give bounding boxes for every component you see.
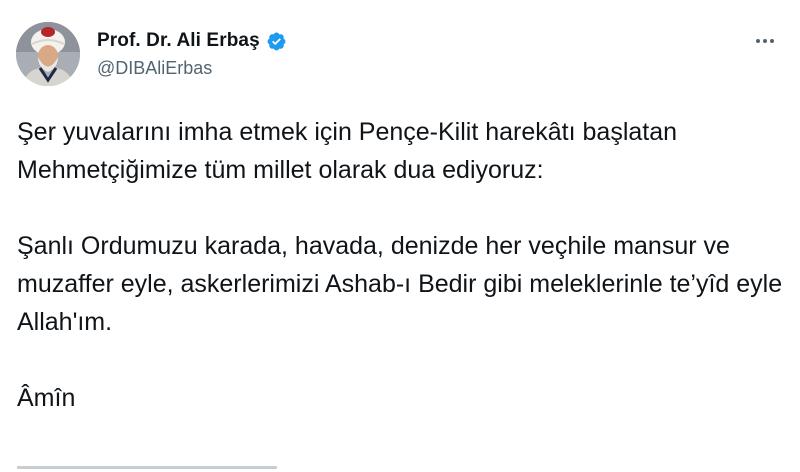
tweet-paragraph: Şanlı Ordumuzu karada, havada, denizde h… — [17, 232, 783, 336]
more-options-button[interactable] — [752, 28, 778, 54]
tweet-paragraph: Şer yuvalarını imha etmek için Pençe-Kil… — [17, 118, 678, 184]
more-options-icon — [770, 39, 774, 43]
display-name[interactable]: Prof. Dr. Ali Erbaş — [97, 30, 260, 52]
author-block: Prof. Dr. Ali Erbaş @DIBAliErbas — [97, 28, 287, 79]
more-options-icon — [763, 39, 767, 43]
more-options-icon — [756, 39, 760, 43]
truncated-timestamp-line — [17, 466, 277, 472]
handle[interactable]: @DIBAliErbas — [97, 58, 287, 79]
avatar-image — [16, 22, 80, 86]
tweet-card: Prof. Dr. Ali Erbaş @DIBAliErbas Şer yuv… — [0, 0, 800, 472]
tweet-paragraph: Âmîn — [17, 384, 76, 412]
verified-badge-icon — [266, 31, 287, 52]
tweet-text: Şer yuvalarını imha etmek için Pençe-Kil… — [17, 113, 787, 455]
name-row: Prof. Dr. Ali Erbaş — [97, 28, 287, 54]
avatar[interactable] — [16, 22, 80, 86]
